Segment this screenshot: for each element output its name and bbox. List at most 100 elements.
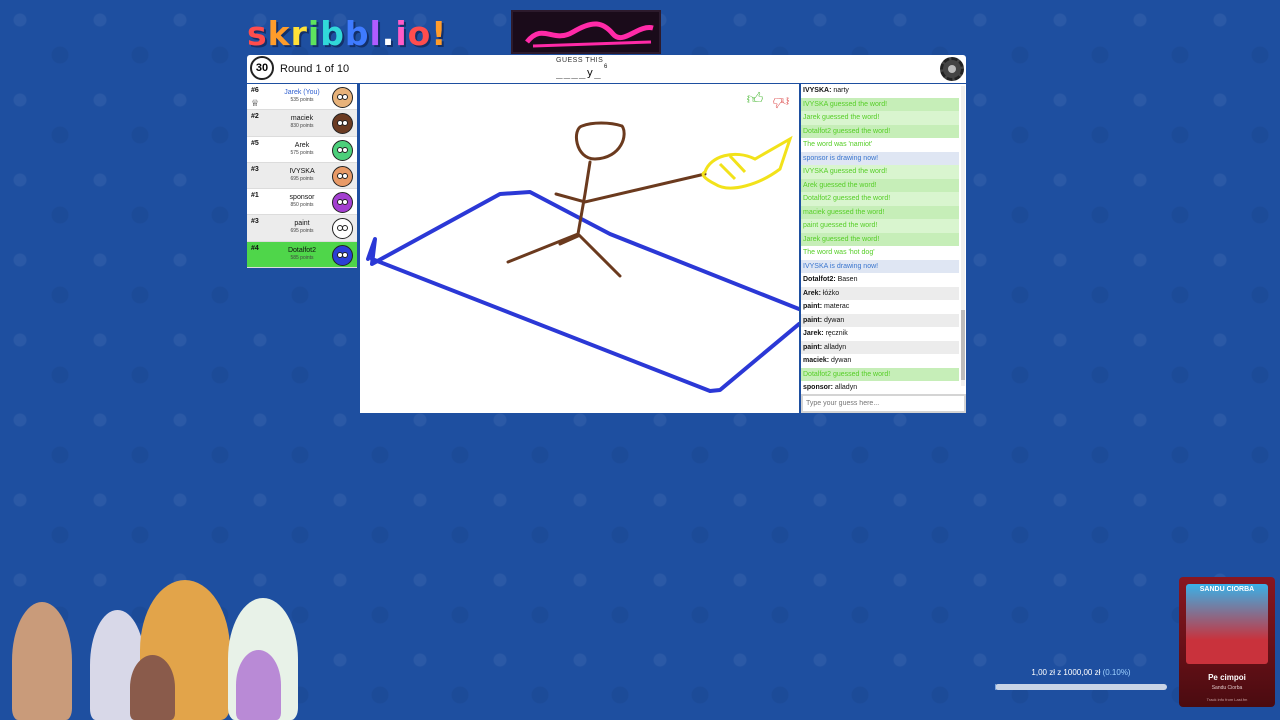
chat-text: Jarek guessed the word! (803, 235, 880, 243)
player-row[interactable]: #2 maciek 830 points (247, 110, 357, 137)
drawing-canvas[interactable]: 👍︎ 👍︎ (360, 84, 801, 413)
chat-text: Jarek guessed the word! (803, 114, 880, 121)
logo-letter: . (381, 14, 396, 53)
track-source: Track info from Last.fm (1206, 697, 1248, 702)
chat-message: sponsor is drawing now! (801, 151, 959, 165)
banner-scribble (525, 21, 654, 48)
player-avatar (332, 113, 353, 135)
chat-text: łóżko (822, 289, 840, 297)
player-points: 830 points (290, 123, 314, 130)
chat-text: dywan (831, 357, 852, 364)
chat-text: ręcznik (825, 330, 848, 337)
player-name: Arek (294, 141, 310, 149)
chat-text: IVYSKA guessed the word! (803, 100, 888, 108)
chat-text: IVYSKA guessed the word! (803, 168, 888, 175)
chat-scrollbar[interactable] (961, 86, 965, 386)
player-rank: #2 (251, 113, 259, 121)
chat-text: Basen (837, 276, 858, 283)
chat-text: maciek guessed the word! (803, 208, 885, 216)
chat-text: paint guessed the word! (803, 222, 878, 229)
player-row[interactable]: #3 paint 695 points (247, 215, 357, 242)
player-name: Jarek (You) (284, 89, 320, 96)
player-rank: #1 (251, 192, 259, 200)
drawing (366, 121, 801, 393)
character-avatar (236, 650, 281, 720)
chat-text: Dotalfot2 guessed the word! (803, 195, 891, 202)
player-points: 695 points (290, 228, 314, 235)
player-name: sponsor (289, 194, 315, 202)
player-name: maciek (290, 115, 314, 123)
logo-letter: i (307, 14, 321, 53)
chat-author: paint (803, 343, 820, 351)
game-header: 30 Round 1 of 10 GUESS THIS ____y_ 6 (247, 55, 966, 83)
chat-text: sponsor is drawing now! (803, 154, 879, 162)
player-points: 575 points (290, 149, 314, 156)
chat-panel: IVYSKA: narty IVYSKA guessed the word! Jar… (801, 84, 966, 394)
player-row[interactable]: #4 Dotalfot2 585 points (247, 241, 357, 269)
player-points: 585 points (290, 254, 314, 261)
chat-message: IVYSKA guessed the word! (801, 165, 959, 179)
album-art-artist: SANDU CIORBA (1199, 586, 1255, 593)
guess-input[interactable] (801, 394, 966, 413)
logo-letter: l (369, 14, 382, 53)
character-avatar (130, 655, 175, 720)
player-rank: #3 (251, 218, 259, 226)
player-row[interactable]: #6 ♕ Jarek (You) 535 points (247, 84, 357, 111)
player-rank: #5 (251, 139, 259, 147)
donation-percent: (0.10%) (1102, 668, 1131, 677)
chat-messages: IVYSKA: narty IVYSKA guessed the word! Jar… (801, 84, 966, 394)
player-avatar (332, 165, 353, 187)
player-avatar (332, 244, 353, 266)
chat-text: materac (824, 303, 850, 310)
chat-message: paint: materac (803, 303, 850, 310)
chat-message: maciek: dywan (803, 357, 852, 364)
track-title: Pe cimpoi (1208, 673, 1246, 682)
donation-amount: 1,00 zł z 1000,00 zł (1031, 668, 1101, 677)
chat-text: Dotalfot2 guessed the word! (803, 127, 891, 135)
clock-icon: 30 (250, 56, 274, 80)
player-name: IVYSKA (289, 167, 315, 175)
chat-text: Arek guessed the word! (803, 181, 877, 189)
chat-message: Jarek guessed the word! (801, 232, 959, 246)
logo-letter: s (247, 14, 268, 53)
thumbs-down-icon[interactable]: 👍︎ (771, 90, 791, 110)
player-row[interactable]: #1 sponsor 850 points (247, 189, 357, 216)
player-rank: #4 (251, 244, 259, 252)
chat-author: paint (803, 303, 820, 310)
chat-message: Dotalfot2 guessed the word! (801, 124, 959, 138)
stick-head (574, 121, 626, 161)
chat-text: alladyn (834, 384, 858, 391)
chat-text: The word was 'hot dog' (803, 249, 875, 256)
logo-letter: r (290, 14, 308, 53)
chat-message: sponsor: alladyn (803, 384, 858, 391)
chat-message: Arek: łóżko (801, 286, 959, 300)
chat-text: The word was 'namiot' (803, 141, 873, 148)
logo-letter: o (407, 14, 432, 53)
skribbl-logo: skribbl.io! (247, 14, 447, 54)
gear-icon[interactable] (940, 57, 964, 81)
player-row[interactable]: #3 IVYSKA 695 points (247, 162, 357, 190)
logo-letter: ! (431, 14, 448, 53)
chat-message: Jarek guessed the word! (801, 111, 959, 125)
chat-author: Jarek (803, 330, 822, 337)
chat-message: paint: alladyn (801, 340, 959, 354)
chat-message: Dotalfot2 guessed the word! (801, 192, 959, 206)
chat-message: Dotalfot2: Basen (803, 276, 858, 283)
player-avatar (332, 218, 353, 240)
player-row[interactable]: #5 Arek 575 points (247, 136, 357, 163)
chat-message: paint: dywan (801, 313, 959, 327)
chat-author: Arek (803, 289, 819, 297)
chat-message: IVYSKA: narty (803, 87, 849, 94)
logo-letter: k (267, 14, 291, 53)
player-avatar (332, 192, 353, 214)
player-points: 850 points (290, 202, 314, 209)
player-list: #6 ♕ Jarek (You) 535 points #2 maciek 830 poin… (247, 84, 357, 269)
player-avatar (332, 87, 353, 108)
player-rank: #6 (251, 87, 259, 94)
chat-message: The word was 'hot dog' (801, 246, 959, 260)
chat-message: maciek guessed the word! (801, 205, 959, 219)
chat-author: paint (803, 316, 820, 324)
blue-mat-stroke (366, 190, 801, 393)
thumbs-up-icon[interactable]: 👍︎ (745, 90, 765, 110)
player-avatar (332, 139, 353, 161)
